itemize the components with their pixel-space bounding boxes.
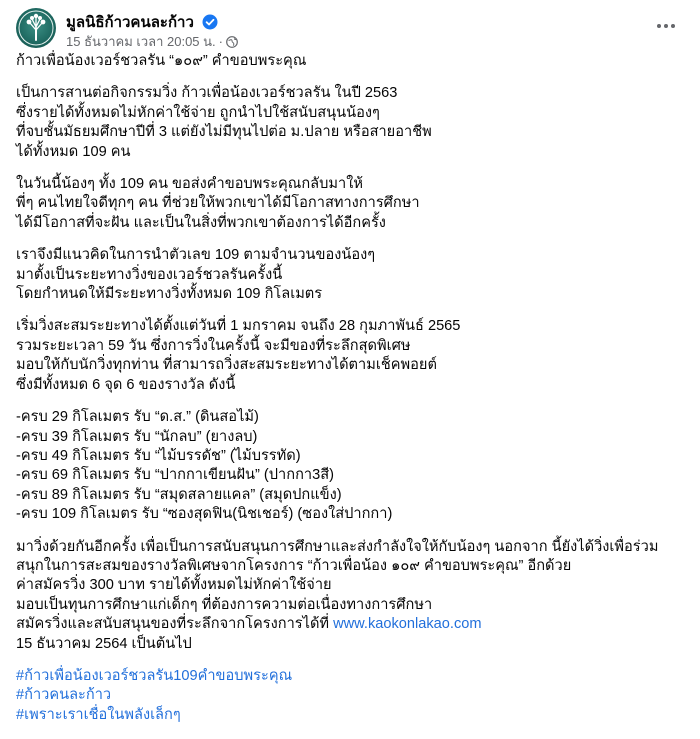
more-options-icon <box>657 24 675 28</box>
tree-logo-icon <box>18 10 54 46</box>
verified-badge-icon <box>202 14 218 30</box>
paragraph-line: ซึ่งรายได้ทั้งหมดไม่หักค่าใช้จ่าย ถูกนำไ… <box>16 104 380 121</box>
reward-item: -ครบ 29 กิโลเมตร รับ “ด.ส.” (ดินสอไม้) <box>16 409 259 426</box>
meta-separator: · <box>218 34 223 49</box>
paragraph-invitation: มาวิ่งด้วยกันอีกครั้ง เพื่อเป็นการสนับสน… <box>16 538 684 654</box>
hashtag-link[interactable]: #ก้าวเพื่อน้องเวอร์ชวลรัน109คำขอบพระคุณ <box>16 667 684 686</box>
paragraph-line: เริ่มวิ่งสะสมระยะทางได้ตั้งแต่วันที่ 1 ม… <box>16 318 461 335</box>
post-title: ก้าวเพื่อน้องเวอร์ชวลรัน “๑๐๙” คำขอบพระค… <box>16 53 307 69</box>
post-header: มูลนิธิก้าวคนละก้าว 15 ธันวาคม เวลา 20:0… <box>16 8 684 52</box>
paragraph-line: ในวันนี้น้องๆ ทั้ง 109 คน ขอส่งคำขอบพระค… <box>16 176 363 193</box>
paragraph-line: มอบเป็นทุนการศึกษาแก่เด็กๆ ที่ต้องการควา… <box>16 596 433 613</box>
post-body: ก้าวเพื่อน้องเวอร์ชวลรัน “๑๐๙” คำขอบพระค… <box>16 52 684 738</box>
page-name[interactable]: มูลนิธิก้าวคนละก้าว <box>66 14 194 31</box>
reward-item: -ครบ 39 กิโลเมตร รับ “นักลบ” (ยางลบ) <box>16 428 258 445</box>
paragraph-line: ซึ่งมีทั้งหมด 6 จุด 6 ของรางวัล ดังนี้ <box>16 376 236 393</box>
paragraph-line: ที่จบชั้นมัธยมศึกษาปีที่ 3 แต่ยังไม่มีทุ… <box>16 124 432 141</box>
reward-item: -ครบ 89 กิโลเมตร รับ “สมุดสลายแคล” (สมุด… <box>16 486 342 503</box>
website-link[interactable]: www.kaokonlakao.com <box>333 616 481 632</box>
reward-item: -ครบ 69 กิโลเมตร รับ “ปากกาเขียนฝัน” (ปา… <box>16 467 335 484</box>
paragraph-background: เป็นการสานต่อกิจกรรมวิ่ง ก้าวเพื่อน้องเว… <box>16 84 684 162</box>
paragraph-line: ได้มีโอกาสที่จะฝัน และเป็นในสิ่งที่พวกเข… <box>16 214 386 231</box>
paragraph-line: มาวิ่งด้วยกันอีกครั้ง เพื่อเป็นการสนับสน… <box>16 538 659 555</box>
paragraph-line: พี่ๆ คนไทยใจดีทุกๆ คน ที่ช่วยให้พวกเขาได… <box>16 195 420 212</box>
globe-icon[interactable] <box>226 36 238 48</box>
post-title-paragraph: ก้าวเพื่อน้องเวอร์ชวลรัน “๑๐๙” คำขอบพระค… <box>16 52 684 71</box>
paragraph-line: โดยกำหนดให้มีระยะทางวิ่งทั้งหมด 109 กิโล… <box>16 286 323 303</box>
reward-item: -ครบ 49 กิโลเมตร รับ “ไม้บรรดัช” (ไม้บรร… <box>16 447 301 464</box>
paragraph-line: มาตั้งเป็นระยะทางวิ่งของเวอร์ชวลรันครั้ง… <box>16 266 283 283</box>
post-timestamp[interactable]: 15 ธันวาคม เวลา 20:05 น. <box>66 34 216 49</box>
paragraph-line: สนุกในการสะสมของรางวัลพิเศษจากโครงการ “ก… <box>16 557 572 574</box>
link-prefix-text: สมัครวิ่งและสนับสนุนของที่ระลึกจากโครงกา… <box>16 616 334 633</box>
facebook-post: มูลนิธิก้าวคนละก้าว 15 ธันวาคม เวลา 20:0… <box>0 0 700 739</box>
hashtag-link[interactable]: #เพราะเราเชื่อในพลังเล็กๆ <box>16 706 684 725</box>
paragraph-line: เราจึงมีแนวคิดในการนำตัวเลข 109 ตามจำนวน… <box>16 247 376 264</box>
more-options-button[interactable] <box>652 12 680 40</box>
hashtag-link[interactable]: #ก้าวคนละก้าว <box>16 686 684 705</box>
paragraph-line-with-link: สมัครวิ่งและสนับสนุนของที่ระลึกจากโครงกา… <box>16 615 684 634</box>
paragraph-line: รวมระยะเวลา 59 วัน ซึ่งการวิ่งในครั้งนี้… <box>16 337 411 354</box>
reward-item: -ครบ 109 กิโลเมตร รับ “ซองสุดฟิน(นิชเชอร… <box>16 506 393 523</box>
post-meta: 15 ธันวาคม เวลา 20:05 น. · <box>66 31 238 52</box>
paragraph-thanks: ในวันนี้น้องๆ ทั้ง 109 คน ขอส่งคำขอบพระค… <box>16 175 684 233</box>
page-avatar[interactable] <box>16 8 56 48</box>
rewards-list: -ครบ 29 กิโลเมตร รับ “ด.ส.” (ดินสอไม้) -… <box>16 408 684 524</box>
paragraph-line: ค่าสมัครวิ่ง 300 บาท รายได้ทั้งหมดไม่หัก… <box>16 577 332 594</box>
paragraph-line: เป็นการสานต่อกิจกรรมวิ่ง ก้าวเพื่อน้องเว… <box>16 85 398 102</box>
paragraph-line: 15 ธันวาคม 2564 เป็นต้นไป <box>16 635 192 652</box>
paragraph-concept: เราจึงมีแนวคิดในการนำตัวเลข 109 ตามจำนวน… <box>16 246 684 304</box>
hashtag-list: #ก้าวเพื่อน้องเวอร์ชวลรัน109คำขอบพระคุณ … <box>16 667 684 725</box>
paragraph-schedule: เริ่มวิ่งสะสมระยะทางได้ตั้งแต่วันที่ 1 ม… <box>16 317 684 395</box>
paragraph-line: ได้ทั้งหมด 109 คน <box>16 143 131 160</box>
paragraph-line: มอบให้กับนักวิ่งทุกท่าน ที่สามารถวิ่งสะส… <box>16 357 437 374</box>
